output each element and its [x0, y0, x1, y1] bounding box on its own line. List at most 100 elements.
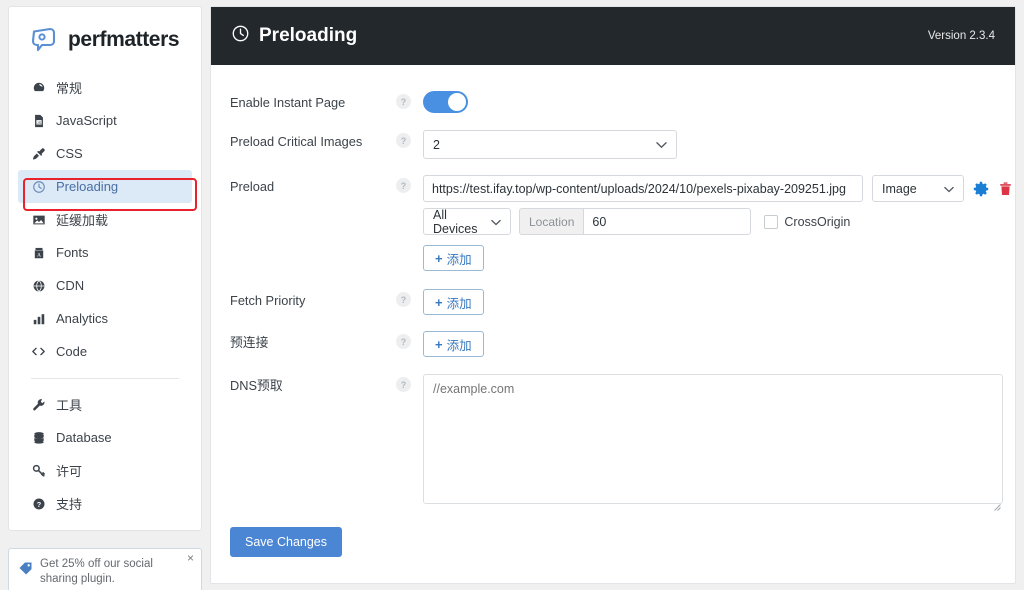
row-preconnect: 预连接 ? + 添加 [211, 331, 1015, 357]
chevron-down-icon [656, 138, 667, 152]
clock-icon [29, 180, 48, 194]
perfmatters-logo-icon [29, 25, 59, 55]
bar-chart-icon [29, 312, 48, 326]
chevron-down-icon [491, 215, 501, 229]
add-button-label: 添加 [446, 338, 472, 353]
clock-icon [231, 24, 250, 48]
row-preload-critical-images: Preload Critical Images ? 2 [211, 130, 1015, 159]
sidebar-item-label: JavaScript [56, 113, 117, 128]
preconnect-add-button[interactable]: + 添加 [423, 331, 484, 357]
preload-device-select[interactable]: All Devices [423, 207, 511, 236]
sidebar-item-lazyload[interactable]: 延缓加载 [18, 203, 192, 236]
trash-icon[interactable] [998, 181, 1013, 197]
question-circle-icon: ? [29, 497, 48, 511]
promo-banner[interactable]: Get 25% off our social sharing plugin. × [8, 548, 202, 590]
preload-critical-images-select[interactable]: 2 [423, 130, 677, 159]
brush-icon [29, 147, 48, 161]
sidebar-item-javascript[interactable]: JS JavaScript [18, 104, 192, 137]
sidebar-item-tools[interactable]: 工具 [18, 388, 192, 421]
promo-close-icon[interactable]: × [187, 552, 194, 564]
select-value: All Devices [433, 207, 478, 236]
sidebar-item-label: Database [56, 430, 112, 445]
panel-header: Preloading Version 2.3.4 [211, 7, 1015, 65]
panel-title-group: Preloading [231, 24, 357, 48]
row-label: Preload [230, 179, 275, 194]
sidebar-item-analytics[interactable]: Analytics [18, 302, 192, 335]
preload-type-select[interactable]: Image [872, 175, 964, 202]
sidebar-item-preloading[interactable]: Preloading [18, 170, 192, 203]
row-label: DNS预取 [230, 378, 283, 393]
help-icon[interactable]: ? [396, 292, 411, 307]
help-icon[interactable]: ? [396, 377, 411, 392]
sidebar-item-label: CSS [56, 146, 83, 161]
sidebar-item-label: Code [56, 344, 88, 359]
sidebar-item-label: 延缓加载 [56, 213, 109, 228]
add-button-label: 添加 [446, 296, 472, 311]
gear-icon[interactable] [973, 181, 989, 197]
plus-icon: + [435, 250, 443, 266]
file-js-icon: JS [29, 114, 48, 128]
help-icon[interactable]: ? [396, 178, 411, 193]
sidebar-item-license[interactable]: 许可 [18, 454, 192, 487]
svg-text:?: ? [36, 499, 41, 508]
brand-logo: perfmatters [9, 7, 201, 71]
row-label: 预连接 [230, 335, 269, 350]
row-enable-instant-page: Enable Instant Page ? [211, 91, 1015, 113]
sidebar-item-css[interactable]: CSS [18, 137, 192, 170]
page-root: perfmatters 常规 JS JavaScript CSS Preload… [0, 0, 1024, 590]
save-changes-button[interactable]: Save Changes [230, 527, 343, 557]
help-icon[interactable]: ? [396, 133, 411, 148]
fetch-priority-add-button[interactable]: + 添加 [423, 289, 484, 315]
code-icon [29, 344, 48, 359]
font-icon: A [29, 246, 48, 260]
sidebar-item-label: 常规 [56, 81, 83, 96]
crossorigin-checkbox[interactable] [764, 214, 779, 229]
promo-text: Get 25% off our social sharing plugin. [40, 558, 153, 585]
help-icon[interactable]: ? [396, 94, 411, 109]
brand-name: perfmatters [68, 28, 180, 51]
sidebar-item-label: CDN [56, 278, 85, 293]
svg-text:JS: JS [36, 119, 41, 124]
version-label: Version 2.3.4 [927, 30, 995, 42]
sidebar-item-label: Analytics [56, 311, 109, 326]
sidebar-item-label: 工具 [56, 398, 83, 413]
crossorigin-label: CrossOrigin [784, 214, 851, 229]
sidebar-item-label: 支持 [56, 497, 83, 512]
sidebar-item-database[interactable]: Database [18, 421, 192, 454]
preload-url-input[interactable]: https://test.ifay.top/wp-content/uploads… [423, 175, 863, 202]
row-label: Preload Critical Images [230, 134, 363, 149]
chevron-down-icon [944, 182, 954, 196]
svg-text:A: A [36, 252, 40, 258]
row-label: Fetch Priority [230, 293, 306, 308]
sidebar-item-cdn[interactable]: CDN [18, 269, 192, 302]
row-control [423, 374, 1015, 511]
database-icon [29, 431, 48, 445]
add-button-label: 添加 [446, 252, 472, 267]
sidebar-item-support[interactable]: ? 支持 [18, 487, 192, 520]
sidebar-nav-primary: 常规 JS JavaScript CSS Preloading 延缓加载 A F… [9, 71, 201, 520]
sidebar-item-code[interactable]: Code [18, 335, 192, 368]
form-actions: Save Changes [211, 527, 1015, 557]
sidebar-item-label: 许可 [56, 464, 83, 479]
preload-location-addon: Location [519, 208, 584, 235]
select-value: 2 [433, 137, 440, 152]
preload-location-input[interactable]: 60 [583, 208, 752, 235]
toggle-knob [448, 93, 466, 111]
sidebar-item-general[interactable]: 常规 [18, 71, 192, 104]
dns-prefetch-textarea[interactable] [423, 374, 1003, 504]
preload-url-value: https://test.ifay.top/wp-content/uploads… [432, 181, 846, 196]
key-icon [29, 464, 48, 478]
row-preload: Preload ? https://test.ifay.top/wp-conte… [211, 175, 1015, 271]
row-control: + 添加 [423, 331, 1015, 357]
help-icon[interactable]: ? [396, 334, 411, 349]
sidebar-item-label: Fonts [56, 245, 89, 260]
select-value: Image [882, 181, 917, 196]
enable-instant-page-toggle[interactable] [423, 91, 468, 113]
preload-add-button[interactable]: + 添加 [423, 245, 484, 271]
sidebar-divider [31, 378, 179, 379]
page-title: Preloading [259, 25, 358, 46]
sidebar-item-fonts[interactable]: A Fonts [18, 236, 192, 269]
row-label: Enable Instant Page [230, 95, 346, 110]
plus-icon: + [435, 294, 443, 310]
gauge-icon [29, 81, 48, 95]
